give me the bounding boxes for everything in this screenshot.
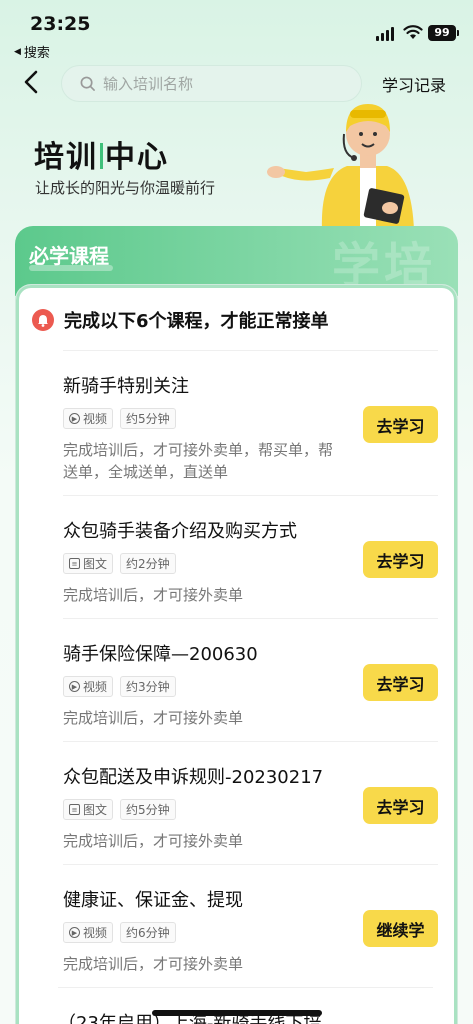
- requirement-notice: 完成以下6个课程，才能正常接单: [32, 307, 329, 333]
- bell-icon: [32, 309, 54, 331]
- search-icon: [80, 76, 95, 91]
- course-item[interactable]: 众包配送及申诉规则-20230217 ≡ 图文 约5分钟 完成培训后，才可接外卖…: [63, 741, 438, 852]
- study-history-link[interactable]: 学习记录: [382, 72, 446, 96]
- play-icon: ▶: [69, 927, 80, 938]
- search-placeholder: 输入培训名称: [103, 75, 194, 93]
- course-requirement: 完成培训后，才可接外卖单: [63, 955, 244, 973]
- start-learning-button[interactable]: 去学习: [363, 406, 438, 443]
- course-requirement: 完成培训后，才可接外卖单: [63, 586, 244, 604]
- course-item[interactable]: 健康证、保证金、提现 ▶ 视频 约6分钟 完成培训后，才可接外卖单 继续学: [63, 864, 438, 975]
- page-title: 培训 中心: [34, 132, 169, 176]
- title-divider: [100, 143, 103, 169]
- course-title: 众包骑手装备介绍及购买方式: [63, 521, 297, 542]
- status-time: 23:25: [30, 13, 91, 35]
- chevron-left-icon: [24, 70, 38, 94]
- duration-tag: 约6分钟: [120, 922, 176, 943]
- status-bar: 23:25 ◀ 搜索 99: [0, 0, 473, 62]
- title-part2: 中心: [105, 140, 169, 175]
- continue-learning-button[interactable]: 继续学: [363, 910, 438, 947]
- course-requirement: 完成培训后，才可接外卖单: [63, 709, 244, 727]
- duration-tag: 约2分钟: [120, 553, 176, 574]
- back-button[interactable]: [16, 67, 46, 97]
- content-type-tag: ▶ 视频: [63, 408, 114, 429]
- title-part1: 培训: [34, 140, 98, 175]
- start-learning-button[interactable]: 去学习: [363, 541, 438, 578]
- section-title: 必学课程: [29, 240, 113, 271]
- course-title: 新骑手特别关注: [63, 376, 189, 397]
- course-requirement: 完成培训后，才可接外卖单: [63, 832, 244, 850]
- content-type-tag: ▶ 视频: [63, 676, 114, 697]
- course-title: 健康证、保证金、提现: [63, 890, 243, 911]
- document-icon: ≡: [69, 558, 80, 569]
- duration-tag: 约3分钟: [120, 676, 176, 697]
- course-item[interactable]: 新骑手特别关注 ▶ 视频 约5分钟 完成培训后，才可接外卖单，帮买单，帮送单，全…: [63, 350, 438, 483]
- document-icon: ≡: [69, 804, 80, 815]
- cellular-signal-icon: [376, 27, 394, 41]
- content-type-tag: ≡ 图文: [63, 553, 114, 574]
- back-triangle-icon: ◀: [14, 46, 21, 57]
- course-requirement: 完成培训后，才可接外卖单，帮买单，帮送单，全城送单，直送单: [63, 441, 334, 481]
- course-item[interactable]: 众包骑手装备介绍及购买方式 ≡ 图文 约2分钟 完成培训后，才可接外卖单 去学习: [63, 495, 438, 606]
- page-subtitle: 让成长的阳光与你温暖前行: [35, 179, 216, 197]
- play-icon: ▶: [69, 413, 80, 424]
- rider-mascot-illustration: [267, 104, 414, 231]
- wifi-icon: [403, 25, 423, 39]
- battery-indicator: 99: [428, 25, 459, 41]
- back-to-app-link[interactable]: ◀ 搜索: [14, 42, 50, 61]
- course-item[interactable]: 骑手保险保障—200630 ▶ 视频 约3分钟 完成培训后，才可接外卖单 去学习: [63, 618, 438, 729]
- course-title: 骑手保险保障—200630: [63, 644, 258, 665]
- duration-tag: 约5分钟: [120, 799, 176, 820]
- notice-text: 完成以下6个课程，才能正常接单: [64, 311, 329, 332]
- back-to-app-label: 搜索: [23, 46, 50, 61]
- home-indicator[interactable]: [152, 1010, 322, 1016]
- duration-tag: 约5分钟: [120, 408, 176, 429]
- start-learning-button[interactable]: 去学习: [363, 664, 438, 701]
- course-title: 众包配送及申诉规则-20230217: [63, 767, 324, 788]
- start-learning-button[interactable]: 去学习: [363, 787, 438, 824]
- content-type-tag: ≡ 图文: [63, 799, 114, 820]
- content-type-tag: ▶ 视频: [63, 922, 114, 943]
- play-icon: ▶: [69, 681, 80, 692]
